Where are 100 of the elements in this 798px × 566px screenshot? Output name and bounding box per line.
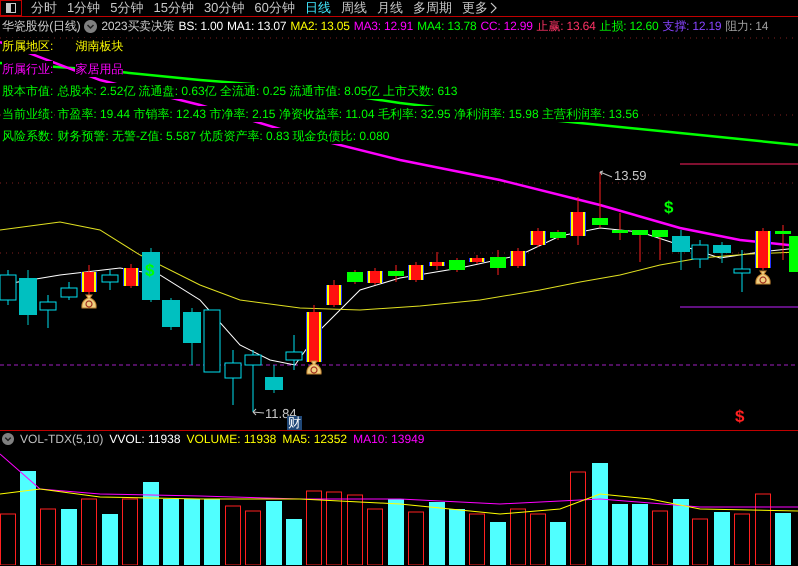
- volume-value: MA5: 12352: [282, 432, 348, 446]
- candlestick: [510, 248, 526, 268]
- volume-bar: [429, 502, 445, 565]
- volume-bar: [775, 513, 791, 565]
- candlestick: [183, 308, 201, 366]
- volume-bar: [225, 506, 241, 565]
- period-tab[interactable]: 分时: [26, 0, 62, 16]
- info-label: 所属地区:: [2, 38, 54, 54]
- volume-bar: [734, 514, 750, 565]
- candlestick: [570, 196, 586, 246]
- candlestick: [102, 270, 118, 290]
- candlestick: [19, 270, 37, 326]
- volume-bar: [347, 494, 363, 565]
- candlestick: [734, 250, 750, 292]
- indicator-value: MA2: 13.05: [290, 18, 350, 35]
- candlestick: [490, 250, 506, 276]
- volume-value: MA10: 13949: [353, 432, 424, 446]
- period-tab[interactable]: 周线: [336, 0, 372, 16]
- volume-bar: [245, 510, 261, 565]
- money-bag-icon: [306, 360, 322, 374]
- candlestick: [612, 212, 628, 240]
- candlestick: [204, 310, 220, 372]
- candlestick: [388, 264, 404, 282]
- candlestick: [142, 248, 160, 302]
- panel-toggle-button[interactable]: [0, 0, 22, 16]
- period-tab[interactable]: 15分钟: [148, 0, 199, 16]
- candlestick: [244, 350, 262, 412]
- volume-bar: [286, 519, 302, 565]
- info-value: 财务预警: 无警-Z值: 5.587 优质资产率: 0.83 现金负债比: 0.080: [57, 128, 390, 144]
- signal-marker: $: [664, 199, 674, 216]
- candlestick: [652, 230, 668, 260]
- candlestick: [449, 258, 465, 272]
- volume-bar: [755, 494, 771, 565]
- candlestick: [367, 268, 383, 286]
- volume-bar: [632, 504, 648, 565]
- volume-bar: [469, 514, 485, 565]
- indicator-value: MA4: 13.78: [417, 18, 476, 35]
- info-label: 所属行业:: [2, 60, 54, 76]
- volume-bar: [550, 522, 566, 565]
- volume-bar: [652, 510, 668, 565]
- candlestick: [713, 242, 731, 264]
- candlestick: [550, 230, 566, 240]
- indicator-value: MA1: 13.07: [226, 18, 286, 35]
- candlestick: [530, 228, 546, 248]
- volume-bar: [714, 512, 730, 565]
- info-value: 市盈率: 19.44 市销率: 12.43 市净率: 2.15 净资收益率: 11.04 毛利率: 32.95 净利润率: 15.98 主营利润率: 13.56: [57, 106, 639, 122]
- volume-bar: [408, 512, 424, 565]
- indicator-value: MA3: 12.91: [354, 18, 414, 35]
- pointer-arrow: [600, 170, 612, 178]
- period-tab[interactable]: 月线: [372, 0, 408, 16]
- candlestick: [81, 264, 97, 296]
- candlestick: [326, 280, 342, 308]
- money-bag-icon: [81, 294, 97, 308]
- volume-bar: [122, 498, 138, 565]
- indicator-value: 阻力: 14: [725, 18, 768, 35]
- volume-bar: [388, 499, 404, 565]
- period-tab[interactable]: 5分钟: [105, 0, 148, 16]
- volume-bar: [184, 499, 200, 565]
- info-label: 股本市值:: [2, 83, 54, 99]
- signal-marker: $: [145, 262, 154, 279]
- indicator-value: CC: 12.99: [480, 18, 533, 35]
- candlestick: [429, 252, 445, 270]
- candlestick: [123, 264, 139, 288]
- indicator-value: 支撑: 12.19: [662, 18, 722, 35]
- volume-bar: [204, 499, 220, 565]
- candlestick: [0, 270, 16, 306]
- volume-bar: [102, 514, 118, 565]
- chevron-right-icon: [490, 2, 498, 14]
- candlestick: [408, 262, 424, 282]
- volume-value: VOLUME: 11938: [186, 432, 276, 446]
- candlestick: [347, 270, 363, 284]
- high-price-label: 13.59: [614, 169, 647, 183]
- volume-bar: [530, 514, 546, 565]
- signal-marker: $: [735, 408, 744, 425]
- volume-bar: [449, 509, 465, 565]
- dropdown-icon[interactable]: [84, 20, 98, 32]
- dropdown-icon[interactable]: [2, 433, 14, 445]
- indicator-name: VOL-TDX(5,10): [20, 432, 104, 446]
- volume-value: VVOL: 11938: [109, 432, 181, 446]
- candlestick: [60, 282, 78, 300]
- indicator-value: BS: 1.00: [178, 18, 223, 35]
- volume-bar: [61, 509, 77, 565]
- period-tab[interactable]: 多周期: [408, 0, 457, 16]
- stock-title: 华瓷股份(日线): [2, 18, 80, 35]
- volume-bar: [510, 508, 526, 565]
- candlestick: [755, 228, 771, 270]
- volume-bar: [266, 501, 282, 565]
- volume-bar: [612, 504, 628, 565]
- indicator-value: 止赢: 13.64: [536, 18, 596, 35]
- period-tab[interactable]: 30分钟: [198, 0, 250, 16]
- period-tab[interactable]: 更多: [456, 0, 503, 16]
- pointer-arrow: [252, 408, 264, 416]
- period-tab[interactable]: 日线: [300, 0, 336, 16]
- candlestick: [692, 240, 708, 268]
- period-tab[interactable]: 60分钟: [249, 0, 300, 16]
- volume-bar: [163, 499, 179, 565]
- candlestick: [224, 350, 242, 406]
- formula-name: 2023买卖决策: [101, 18, 175, 35]
- period-tab[interactable]: 1分钟: [62, 0, 106, 16]
- volume-bar: [81, 498, 97, 565]
